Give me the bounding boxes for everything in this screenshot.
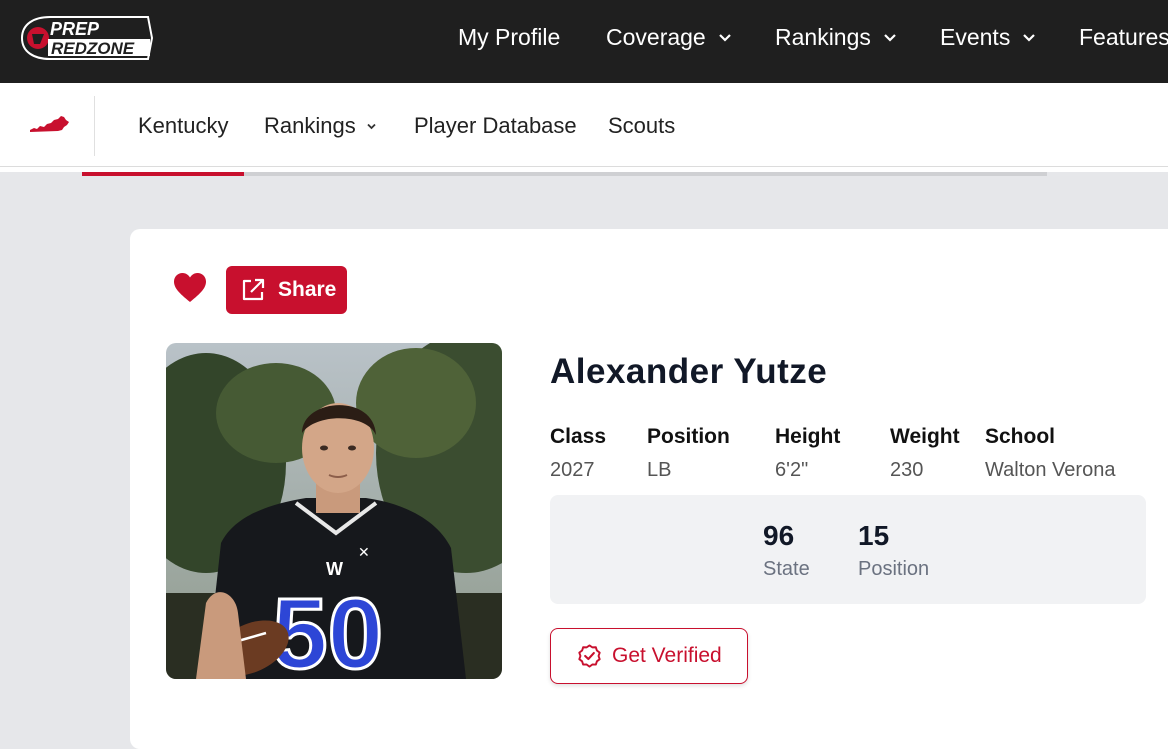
topnav-features[interactable]: Features <box>1079 24 1168 51</box>
attr-value: 6'2" <box>775 459 809 481</box>
attr-class: Class 2027 <box>550 425 606 482</box>
ranking-caption: State <box>763 558 810 580</box>
svg-text:✕: ✕ <box>358 544 370 560</box>
subnav-kentucky[interactable]: Kentucky <box>138 113 229 139</box>
topnav-label: My Profile <box>458 24 561 50</box>
attr-label: Position <box>647 425 730 448</box>
chevron-down-icon <box>367 123 376 129</box>
verified-badge-icon <box>578 643 601 668</box>
jersey-number: 50 <box>272 578 383 679</box>
attr-position: Position LB <box>647 425 730 482</box>
ranking-value: 96 <box>763 520 795 551</box>
subnav-divider <box>94 96 95 156</box>
attr-label: Class <box>550 425 607 448</box>
subnav-label: Rankings <box>264 113 356 138</box>
chevron-down-icon <box>718 33 731 42</box>
attr-weight: Weight 230 <box>890 425 960 482</box>
topnav-coverage[interactable]: Coverage <box>606 24 732 51</box>
subnav-label: Scouts <box>608 113 676 138</box>
get-verified-label: Get Verified <box>612 644 722 667</box>
attr-label: School <box>985 425 1056 448</box>
attr-school: School Walton Verona <box>985 425 1115 482</box>
share-button-label: Share <box>278 278 337 301</box>
subnav-label: Kentucky <box>138 113 229 138</box>
topnav-events[interactable]: Events <box>940 24 1036 51</box>
get-verified-button[interactable]: Get Verified <box>550 628 748 684</box>
kentucky-state-icon[interactable] <box>28 113 70 135</box>
attr-label: Height <box>775 425 841 448</box>
attr-value: 230 <box>890 459 924 481</box>
top-navbar: PREP REDZONE My Profile Coverage Ranking… <box>0 0 1168 83</box>
topnav-label: Events <box>940 24 1011 50</box>
share-button[interactable]: Share <box>226 266 347 314</box>
heart-icon[interactable] <box>173 272 207 304</box>
topnav-label: Coverage <box>606 24 706 50</box>
topnav-my-profile[interactable]: My Profile <box>458 24 560 51</box>
attr-value: LB <box>647 459 672 481</box>
scroll-progress-fill <box>82 172 244 176</box>
chevron-down-icon <box>884 33 896 42</box>
rankings-panel <box>550 495 1146 604</box>
chevron-down-icon <box>1023 33 1036 42</box>
topnav-label: Rankings <box>775 24 871 50</box>
ranking-caption: Position <box>858 558 930 580</box>
external-link-icon <box>242 278 265 301</box>
logo-text-prep: PREP <box>50 19 100 39</box>
player-name: Alexander Yutze <box>550 352 828 391</box>
attr-height: Height 6'2" <box>775 425 840 482</box>
prep-redzone-logo[interactable]: PREP REDZONE <box>20 14 154 62</box>
attr-value: 2027 <box>550 459 595 481</box>
subnav-player-database[interactable]: Player Database <box>414 113 577 139</box>
player-photo: W ✕ 50 <box>166 343 502 679</box>
topnav-rankings[interactable]: Rankings <box>775 24 897 51</box>
position-ranking: 15 Position <box>858 520 929 581</box>
subnav-rankings[interactable]: Rankings <box>264 113 377 139</box>
state-ranking: 96 State <box>763 520 810 581</box>
subnav-label: Player Database <box>414 113 577 138</box>
attr-label: Weight <box>890 425 960 448</box>
logo-text-redzone: REDZONE <box>51 39 135 58</box>
attr-value: Walton Verona <box>985 459 1116 481</box>
svg-text:W: W <box>326 559 343 579</box>
subnav-scouts[interactable]: Scouts <box>608 113 675 139</box>
topnav-label: Features <box>1079 24 1168 50</box>
ranking-value: 15 <box>858 520 890 551</box>
